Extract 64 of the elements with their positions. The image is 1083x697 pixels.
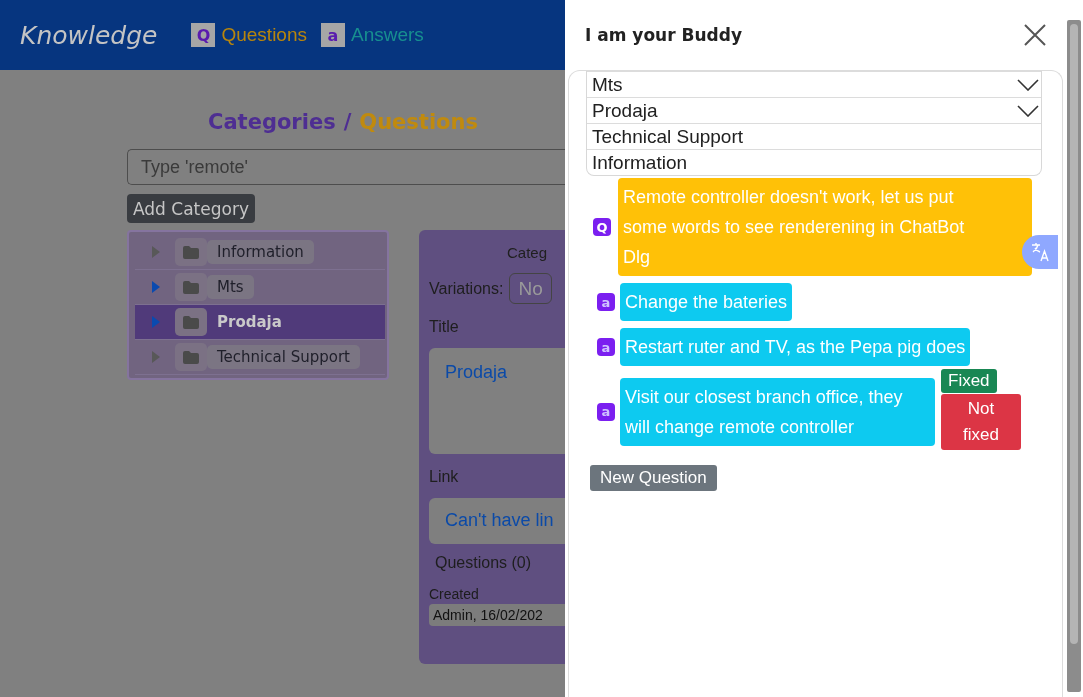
- code-badge-icon: Q: [191, 23, 216, 47]
- code-badge-icon: a: [597, 338, 615, 356]
- category-item[interactable]: Information: [587, 149, 1041, 175]
- scrollbar[interactable]: [1067, 20, 1081, 692]
- category-label: Mts: [592, 73, 623, 96]
- feedback-button[interactable]: Not fixed: [941, 394, 1021, 450]
- created-field: Admin, 16/02/202: [429, 604, 565, 626]
- page-title: Categories: [208, 110, 336, 134]
- answer-bubble: Restart ruter and TV, as the Pepa pig does: [620, 328, 971, 366]
- feedback-button[interactable]: Fixed: [941, 369, 997, 393]
- close-button[interactable]: [1023, 23, 1047, 47]
- category-label: Prodaja: [592, 99, 658, 122]
- answer-bubble: Change the bateries: [620, 283, 793, 321]
- brand-link[interactable]: Knowledge: [20, 20, 158, 50]
- translate-icon: [1030, 242, 1050, 262]
- code-badge-icon: a: [597, 402, 615, 421]
- variations-button[interactable]: No: [509, 273, 552, 304]
- title-separator: /: [343, 110, 352, 134]
- tree-item[interactable]: Information: [135, 235, 385, 270]
- new-question-button[interactable]: New Question: [590, 465, 717, 491]
- folder-button[interactable]: [175, 273, 207, 301]
- folder-button[interactable]: [175, 308, 207, 336]
- answer-bubble: Visit our closest branch office, they will change remote controller: [620, 377, 935, 446]
- folder-icon: [183, 245, 199, 259]
- folder-icon: [183, 315, 199, 329]
- nav-link[interactable]: Questions: [221, 24, 307, 46]
- field-label: Link: [429, 468, 460, 486]
- folder-icon: [183, 350, 199, 364]
- caret-icon: [151, 350, 161, 364]
- created-label: Created: [429, 586, 480, 602]
- category-item[interactable]: Mts: [587, 71, 1041, 97]
- folder-button[interactable]: [175, 238, 207, 266]
- caret-icon: [151, 315, 161, 329]
- code-badge-icon: a: [321, 23, 345, 47]
- translate-button[interactable]: [1022, 235, 1058, 269]
- chevron-icon: [1017, 104, 1039, 117]
- tree-item-label[interactable]: Prodaja: [207, 310, 292, 334]
- code-badge-icon: Q: [593, 218, 611, 236]
- category-label: Information: [592, 151, 688, 174]
- caret-icon: [151, 245, 161, 259]
- tree-item-label[interactable]: Information: [207, 240, 314, 264]
- variations-label: Variations:: [429, 279, 504, 298]
- panel-title: I am your Buddy: [585, 25, 742, 45]
- search-field[interactable]: Type 'remote': [127, 149, 565, 185]
- tree-item-label[interactable]: Technical Support: [207, 345, 360, 369]
- tree-item[interactable]: Prodaja: [135, 305, 385, 340]
- questions-count: Questions (0): [434, 554, 533, 572]
- question-bubble: Remote controller doesn't work, let us put some words to see renderening in ChatBot Dlg: [618, 178, 1032, 276]
- caret-icon: [151, 280, 161, 294]
- card-heading: Categ: [506, 244, 549, 261]
- folder-icon: [183, 280, 199, 294]
- tree-item-label[interactable]: Mts: [207, 275, 254, 299]
- nav-link[interactable]: Answers: [351, 24, 424, 46]
- category-item[interactable]: Technical Support: [587, 123, 1041, 149]
- code-badge-icon: a: [597, 293, 615, 311]
- close-icon: [1024, 24, 1046, 46]
- page-subtitle: Questions: [359, 110, 478, 134]
- category-item[interactable]: Prodaja: [587, 97, 1041, 123]
- field-label: Title: [429, 318, 460, 336]
- folder-button[interactable]: [175, 343, 207, 371]
- chevron-icon: [1017, 78, 1039, 91]
- add-category-button[interactable]: Add Category: [127, 194, 255, 223]
- category-label: Technical Support: [592, 125, 744, 148]
- tree-item[interactable]: Technical Support: [135, 340, 385, 375]
